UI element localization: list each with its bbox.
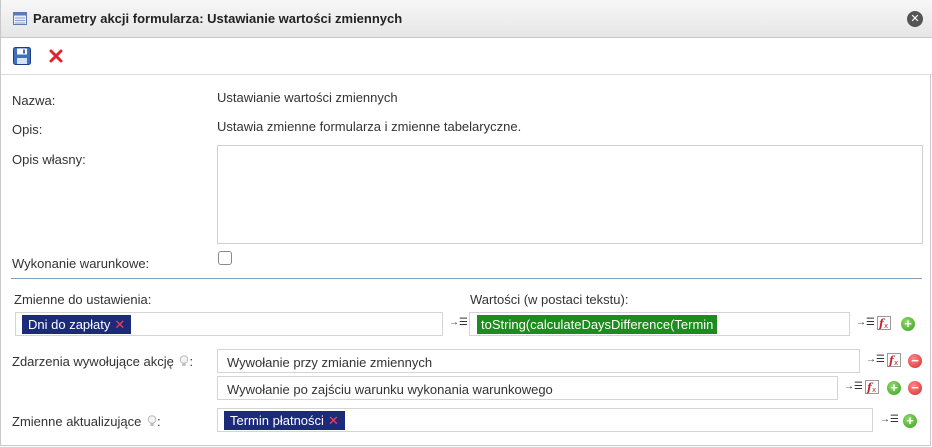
- remove-tag-icon[interactable]: ✕: [114, 317, 125, 332]
- function-icon[interactable]: f x: [877, 316, 891, 330]
- remove-icon[interactable]: −: [908, 381, 922, 395]
- insert-list-icon[interactable]: →☰: [449, 317, 468, 331]
- updating-variable-tag[interactable]: Termin płatności ✕: [224, 411, 345, 430]
- events-label-text: Zdarzenia wywołujące akcję: [12, 354, 174, 369]
- remove-tag-icon[interactable]: ✕: [328, 413, 339, 428]
- variable-tag-label: Dni do zapłaty: [28, 317, 111, 332]
- add-icon[interactable]: +: [901, 317, 915, 331]
- description-value: Ustawia zmienne formularza i zmienne tab…: [217, 119, 522, 134]
- name-label: Nazwa:: [12, 93, 56, 108]
- add-icon[interactable]: +: [887, 381, 901, 395]
- value-tag[interactable]: toString(calculateDaysDifference(Termin: [477, 315, 717, 334]
- name-value: Ustawianie wartości zmiennych: [217, 90, 398, 105]
- description-label: Opis:: [12, 122, 43, 137]
- events-label-suffix: :: [189, 354, 194, 369]
- own-description-input[interactable]: [217, 145, 923, 244]
- insert-list-icon[interactable]: →☰: [880, 414, 899, 428]
- function-icon[interactable]: f x: [887, 353, 901, 367]
- conditional-checkbox[interactable]: [218, 251, 232, 265]
- dialog-title: Parametry akcji formularza: Ustawianie w…: [33, 11, 403, 26]
- remove-icon[interactable]: −: [908, 354, 922, 368]
- dialog-window: Parametry akcji formularza: Ustawianie w…: [0, 0, 932, 446]
- updating-variables-field[interactable]: Termin płatności ✕: [217, 408, 873, 432]
- toolbar: [1, 38, 932, 75]
- add-icon[interactable]: +: [903, 414, 917, 428]
- cancel-icon: [49, 49, 63, 63]
- function-icon[interactable]: f x: [865, 380, 879, 394]
- updating-tag-label: Termin płatności: [230, 413, 324, 428]
- variable-tag[interactable]: Dni do zapłaty ✕: [22, 315, 132, 334]
- save-icon: [13, 47, 31, 65]
- updating-label-text: Zmienne aktualizujące: [12, 414, 142, 429]
- save-button[interactable]: [11, 45, 33, 67]
- form-icon: [13, 12, 27, 25]
- conditional-label: Wykonanie warunkowe:: [12, 256, 150, 271]
- event-change-text: Wywołanie przy zmianie zmiennych: [227, 355, 433, 370]
- event-condition-text: Wywołanie po zajściu warunku wykonania w…: [227, 382, 553, 397]
- svg-text:x: x: [894, 359, 898, 367]
- svg-text:x: x: [872, 386, 876, 394]
- insert-list-icon[interactable]: →☰: [866, 354, 885, 368]
- section-divider: [11, 278, 922, 279]
- lightbulb-icon: [147, 415, 157, 426]
- insert-list-icon[interactable]: →☰: [844, 381, 863, 395]
- lightbulb-icon: [180, 355, 189, 366]
- own-description-label: Opis własny:: [12, 152, 86, 167]
- updating-label-suffix: :: [156, 414, 161, 429]
- values-label: Wartości (w postaci tekstu):: [470, 292, 629, 307]
- events-label: Zdarzenia wywołujące akcję :: [12, 354, 193, 369]
- cancel-button[interactable]: [45, 45, 67, 67]
- variables-field[interactable]: Dni do zapłaty ✕: [15, 312, 443, 336]
- variables-label: Zmienne do ustawienia:: [14, 292, 152, 307]
- values-field[interactable]: toString(calculateDaysDifference(Termin: [469, 312, 850, 336]
- close-icon[interactable]: ✕: [907, 11, 923, 27]
- svg-text:x: x: [884, 322, 888, 330]
- event-field-condition[interactable]: Wywołanie po zajściu warunku wykonania w…: [217, 376, 838, 400]
- insert-list-icon[interactable]: →☰: [856, 317, 875, 331]
- event-field-change[interactable]: Wywołanie przy zmianie zmiennych: [217, 349, 860, 373]
- title-bar: Parametry akcji formularza: Ustawianie w…: [1, 0, 932, 38]
- updating-variables-label: Zmienne aktualizujące :: [12, 414, 161, 429]
